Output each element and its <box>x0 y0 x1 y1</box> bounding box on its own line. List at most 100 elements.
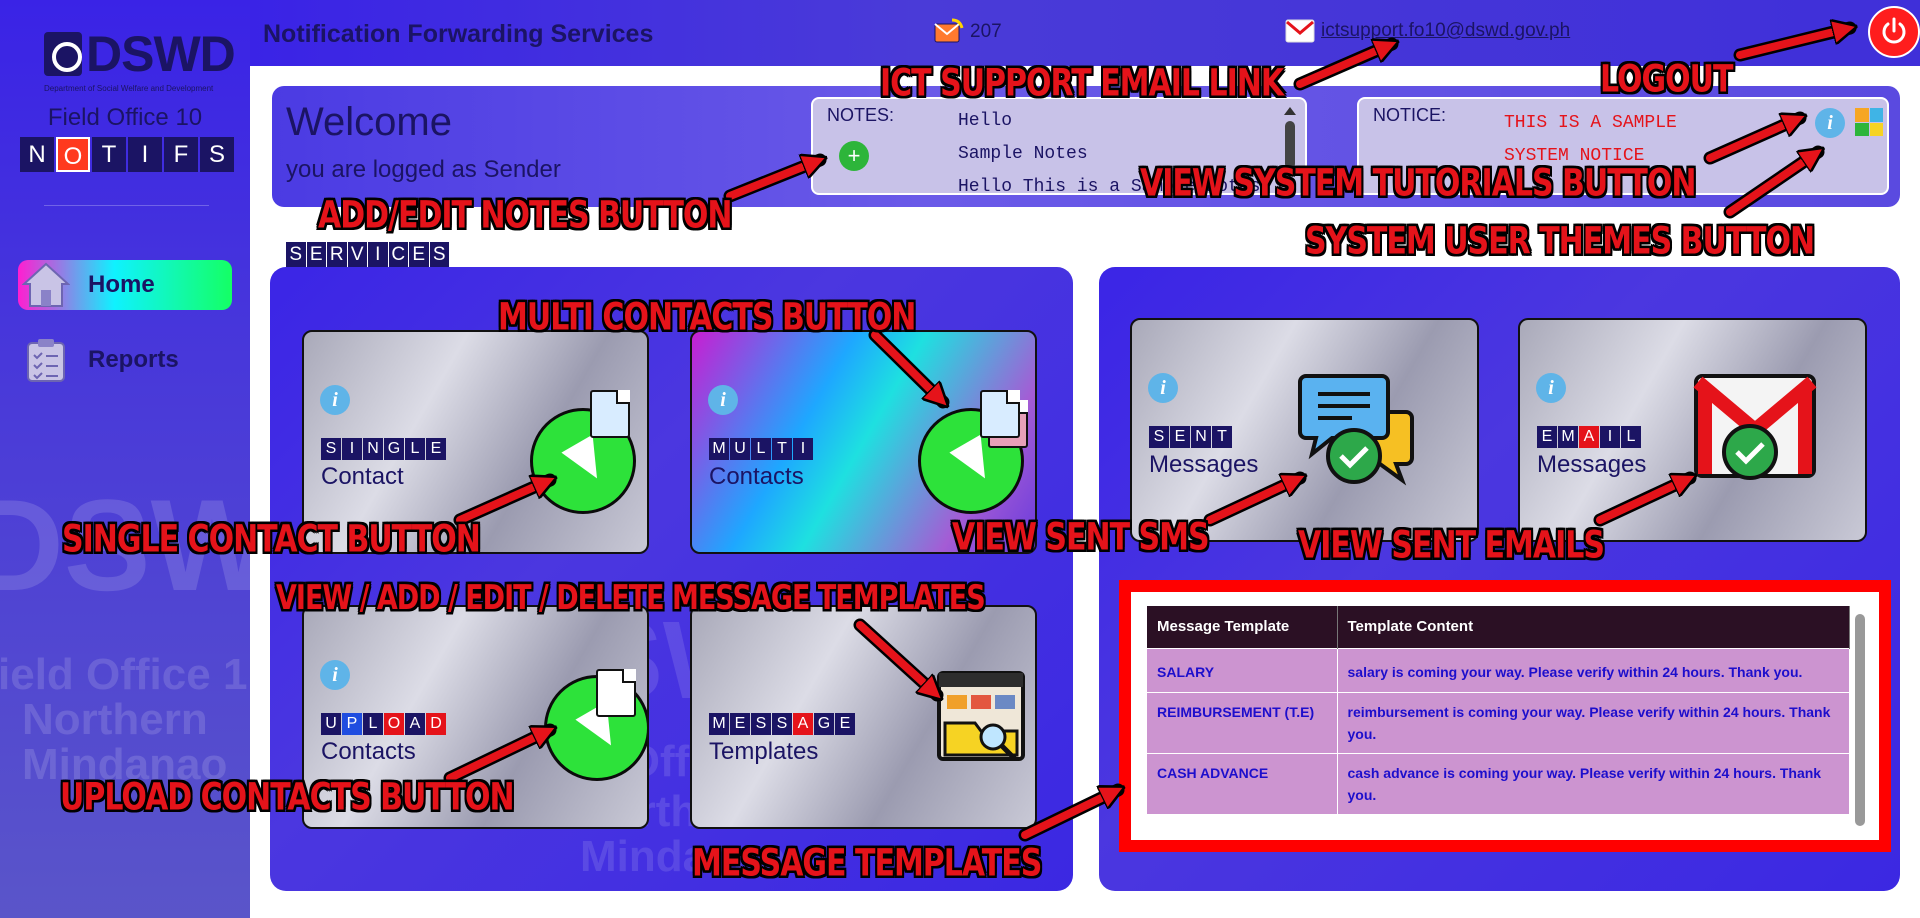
column-header[interactable]: Message Template <box>1147 606 1338 648</box>
logout-button[interactable] <box>1868 6 1920 58</box>
sidebar-watermark-line2: Northern <box>22 695 208 744</box>
annotation-single: SINGLE CONTACT BUTTON <box>62 517 481 562</box>
brand-letter: I <box>128 137 162 172</box>
notifs-brand: NOTIFS <box>20 137 234 172</box>
tag-letter: L <box>363 713 383 735</box>
card-subtitle: Contacts <box>709 463 804 490</box>
tag-letter: D <box>426 713 446 735</box>
card-tag: EMAIL <box>1537 426 1642 448</box>
services-letter: C <box>388 242 409 268</box>
message-templates-table-panel: Message Template Template Content SALARY… <box>1119 580 1891 852</box>
tag-letter: E <box>1170 426 1190 448</box>
tag-letter: U <box>321 713 341 735</box>
dswd-logo-mark <box>44 32 82 76</box>
tag-letter: I <box>1600 426 1620 448</box>
sent-messages-button[interactable]: i SENT Messages <box>1130 318 1479 542</box>
annotation-message-templates: MESSAGE TEMPLATES <box>692 841 1042 886</box>
upload-info-button[interactable]: i <box>320 660 350 690</box>
table-row[interactable]: REIMBURSEMENT (T.E) reimbursement is com… <box>1147 691 1850 753</box>
dswd-logo-text: DSWD <box>86 26 236 82</box>
card-tag: SINGLE <box>321 438 447 460</box>
tag-letter: M <box>709 713 729 735</box>
add-notes-button[interactable]: + <box>839 141 869 171</box>
email-info-button[interactable]: i <box>1536 373 1566 403</box>
card-tag: MESSAGE <box>709 713 856 735</box>
sidebar-item-label: Home <box>88 271 155 298</box>
tag-letter: I <box>342 438 362 460</box>
tag-letter: M <box>709 438 729 460</box>
phone-count: 207 <box>970 21 1002 42</box>
template-name: SALARY <box>1147 647 1338 692</box>
services-letter: S <box>429 242 450 268</box>
tag-letter: S <box>1149 426 1169 448</box>
annotation-themes: SYSTEM USER THEMES BUTTON <box>1305 219 1815 264</box>
tag-letter: A <box>1579 426 1599 448</box>
template-content: salary is coming your way. Please verify… <box>1337 647 1850 692</box>
brand-letter: O <box>56 137 90 172</box>
top-bar: Notification Forwarding Services 207 ict… <box>250 0 1920 66</box>
dswd-logo-subtitle: Department of Social Welfare and Develop… <box>44 84 214 93</box>
services-label: SERVICES <box>286 242 450 268</box>
theme-swatch <box>1869 108 1883 122</box>
message-templates-button[interactable]: MESSAGE Templates <box>690 605 1037 829</box>
tag-letter: M <box>1558 426 1578 448</box>
annotation-sent-sms: VIEW SENT SMS <box>952 515 1210 560</box>
sidebar-item-label: Reports <box>88 346 179 373</box>
card-tag: UPLOAD <box>321 713 447 735</box>
tag-letter: L <box>1621 426 1641 448</box>
card-subtitle: Messages <box>1149 451 1259 478</box>
annotation-upload: UPLOAD CONTACTS BUTTON <box>60 775 515 820</box>
tag-letter: G <box>384 438 404 460</box>
tag-letter: L <box>405 438 425 460</box>
multi-info-button[interactable]: i <box>708 385 738 415</box>
sidebar-item-home[interactable]: Home <box>18 260 232 310</box>
table-header-row: Message Template Template Content <box>1147 606 1850 648</box>
tag-letter: P <box>342 713 362 735</box>
card-subtitle: Messages <box>1537 451 1647 478</box>
phone-envelope-icon <box>934 18 964 43</box>
chat-bubbles-icon <box>1298 374 1414 486</box>
template-content: reimbursement is coming your way. Please… <box>1337 691 1850 753</box>
notes-line: Hello <box>958 111 1013 131</box>
tag-letter: G <box>814 713 834 735</box>
tag-letter: O <box>384 713 404 735</box>
sidebar-divider <box>44 205 209 206</box>
document-icon <box>590 390 630 438</box>
services-letter: S <box>286 242 307 268</box>
support-email-link[interactable]: ictsupport.fo10@dswd.gov.ph <box>1321 20 1570 42</box>
support-email[interactable]: ictsupport.fo10@dswd.gov.ph <box>1285 19 1570 43</box>
services-letter: I <box>368 242 389 268</box>
sent-info-button[interactable]: i <box>1148 373 1178 403</box>
logged-role: you are logged as Sender <box>286 156 561 183</box>
tag-letter: T <box>772 438 792 460</box>
tag-letter: A <box>405 713 425 735</box>
email-messages-button[interactable]: i EMAIL Messages <box>1518 318 1867 542</box>
single-info-button[interactable]: i <box>320 385 350 415</box>
home-icon <box>22 262 70 307</box>
annotation-sent-emails: VIEW SENT EMAILS <box>1298 523 1605 568</box>
annotation-logout: LOGOUT <box>1600 57 1734 102</box>
table-scrollbar[interactable] <box>1853 606 1867 840</box>
tag-letter: E <box>835 713 855 735</box>
annotation-tutorials: VIEW SYSTEM TUTORIALS BUTTON <box>1140 161 1696 206</box>
sidebar-item-reports[interactable]: Reports <box>18 335 232 385</box>
gmail-check-icon <box>1693 374 1817 480</box>
tutorials-info-button[interactable]: i <box>1815 108 1845 138</box>
column-header[interactable]: Template Content <box>1337 606 1850 648</box>
upload-document-icon <box>596 669 636 717</box>
card-subtitle: Contact <box>321 463 404 490</box>
template-name: CASH ADVANCE <box>1147 752 1338 814</box>
brand-letter: T <box>92 137 126 172</box>
card-tag: MULTI <box>709 438 814 460</box>
brand-letter: F <box>164 137 198 172</box>
table-row[interactable]: CASH ADVANCE cash advance is coming your… <box>1147 752 1850 814</box>
themes-button[interactable] <box>1855 108 1883 136</box>
tag-letter: U <box>730 438 750 460</box>
template-name: REIMBURSEMENT (T.E) <box>1147 691 1338 753</box>
table-row[interactable]: SALARY salary is coming your way. Please… <box>1147 647 1850 692</box>
tag-letter: E <box>426 438 446 460</box>
theme-swatch <box>1869 122 1883 136</box>
annotation-multi: MULTI CONTACTS BUTTON <box>498 295 916 340</box>
tag-letter: S <box>751 713 771 735</box>
annotation-add-notes: ADD/EDIT NOTES BUTTON <box>318 193 733 238</box>
